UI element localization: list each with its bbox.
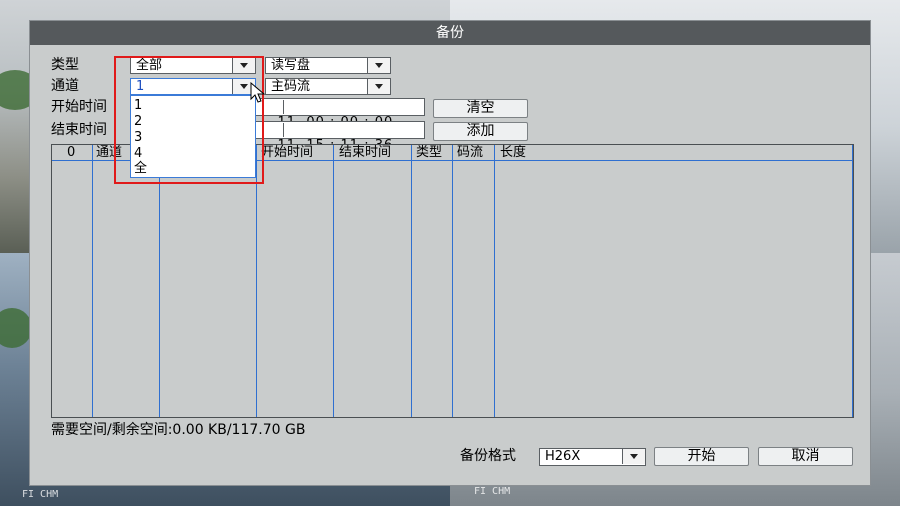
type-select[interactable]: 全部 bbox=[130, 57, 256, 74]
mouse-cursor-icon bbox=[250, 82, 266, 103]
channel-select[interactable]: 1 bbox=[130, 78, 256, 95]
column-divider bbox=[494, 145, 495, 417]
column-header-index: 0 bbox=[67, 145, 76, 160]
column-divider bbox=[256, 145, 257, 417]
channel-option-2[interactable]: 2 bbox=[134, 114, 142, 130]
device-select[interactable]: 读写盘 bbox=[265, 57, 391, 74]
stream-select-value: 主码流 bbox=[271, 79, 311, 94]
plant-shape bbox=[0, 308, 32, 348]
chevron-down-icon[interactable] bbox=[232, 58, 255, 73]
backup-dialog: 备份 类型 全部 读写盘 通道 1 主码流 开始时间 11 00 : 00 : … bbox=[29, 20, 871, 486]
type-select-value: 全部 bbox=[136, 58, 163, 73]
chevron-down-icon[interactable] bbox=[367, 58, 390, 73]
backup-format-value: H26X bbox=[545, 449, 581, 464]
channel-option-1[interactable]: 1 bbox=[134, 98, 142, 114]
column-header-channel: 通道 bbox=[96, 145, 123, 160]
chevron-down-icon[interactable] bbox=[622, 449, 645, 464]
column-divider bbox=[452, 145, 453, 417]
column-header-length: 长度 bbox=[500, 145, 527, 160]
time-separator bbox=[283, 123, 284, 137]
column-divider bbox=[159, 145, 160, 417]
channel-option-3[interactable]: 3 bbox=[134, 130, 142, 146]
column-divider bbox=[92, 145, 93, 417]
cancel-button[interactable]: 取消 bbox=[758, 447, 853, 466]
column-header-type: 类型 bbox=[416, 145, 443, 160]
backup-format-select[interactable]: H26X bbox=[539, 448, 646, 466]
channel-dropdown-list[interactable]: 1 2 3 4 全 bbox=[130, 95, 256, 178]
time-separator bbox=[283, 100, 284, 114]
channel-option-4[interactable]: 4 bbox=[134, 146, 142, 162]
column-divider bbox=[852, 145, 853, 417]
column-header-start-time: 开始时间 bbox=[261, 145, 314, 160]
column-divider bbox=[411, 145, 412, 417]
channel-select-value: 1 bbox=[136, 79, 145, 94]
record-table[interactable]: 0 通道 开始时间 结束时间 类型 码流 长度 bbox=[51, 144, 854, 418]
column-header-end-time: 结束时间 bbox=[339, 145, 392, 160]
end-time-label: 结束时间 bbox=[51, 122, 107, 138]
channel-label: 通道 bbox=[51, 78, 79, 94]
space-status: 需要空间/剩余空间:0.00 KB/117.70 GB bbox=[51, 422, 306, 438]
add-button[interactable]: 添加 bbox=[433, 122, 528, 141]
clear-button[interactable]: 清空 bbox=[433, 99, 528, 118]
column-divider bbox=[333, 145, 334, 417]
camera-stamp: FI CHM bbox=[474, 486, 511, 497]
channel-option-all[interactable]: 全 bbox=[134, 161, 147, 177]
start-button[interactable]: 开始 bbox=[654, 447, 749, 466]
chevron-down-icon[interactable] bbox=[367, 79, 390, 94]
type-label: 类型 bbox=[51, 57, 79, 73]
stream-select[interactable]: 主码流 bbox=[265, 78, 391, 95]
dialog-title: 备份 bbox=[30, 21, 870, 45]
camera-stamp: FI CHM bbox=[22, 489, 59, 500]
device-select-value: 读写盘 bbox=[271, 58, 311, 73]
column-header-stream: 码流 bbox=[457, 145, 484, 160]
start-time-label: 开始时间 bbox=[51, 99, 107, 115]
backup-format-label: 备份格式 bbox=[460, 448, 516, 464]
